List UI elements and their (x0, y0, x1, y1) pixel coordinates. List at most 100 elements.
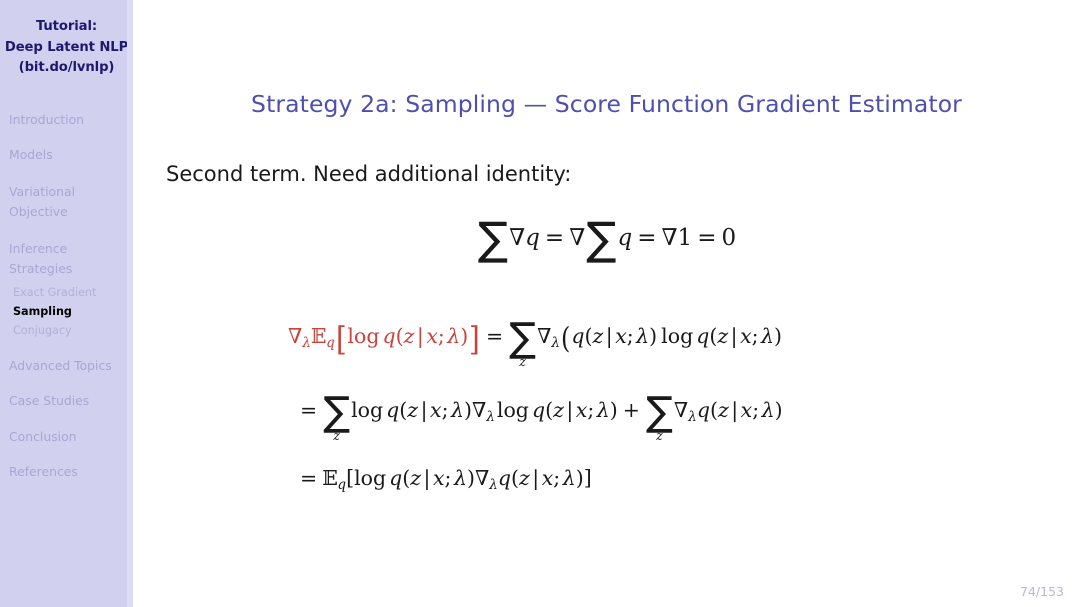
derivation-line-2: = ∑ z log q(z | x; λ)∇λlog q(z | x; λ) + ∑ z ∇λq(z | x; λ) (295, 389, 783, 443)
nabla-symbol: ∇ (288, 324, 303, 349)
variable-q: q (531, 398, 546, 423)
variable-x: x (740, 398, 753, 423)
right-paren: ) (460, 324, 469, 349)
log-operator: log (661, 324, 694, 349)
log-operator: log (351, 398, 384, 423)
sidebar-item-case-studies[interactable]: Case Studies (9, 392, 129, 411)
lambda-symbol: λ (761, 398, 775, 423)
expectation-symbol: 𝔼 (310, 324, 327, 349)
sidebar-subitem-label: Conjugacy (13, 323, 72, 337)
sidebar-item-label: Models (9, 147, 53, 162)
variable-x: x (575, 398, 588, 423)
conditional-bar: | (731, 398, 739, 423)
sidebar-item-sampling[interactable]: Sampling (9, 302, 129, 321)
lambda-symbol: λ (636, 324, 650, 349)
semicolon: ; (751, 324, 759, 349)
sidebar-item-label: Case Studies (9, 393, 90, 408)
right-paren: ) (774, 398, 783, 423)
sidebar-nav: Introduction Models Variational Objectiv… (0, 111, 133, 482)
right-paren: ) (464, 398, 472, 423)
sidebar-subitem-label: Sampling (13, 304, 72, 318)
variable-x: x (615, 324, 627, 349)
left-paren: ( (709, 398, 718, 423)
variable-x: x (740, 324, 752, 349)
lambda-subscript: λ (486, 409, 495, 425)
sum-index-z: z (656, 427, 663, 443)
variable-x: x (541, 466, 554, 490)
sum-symbol: ∑ (645, 389, 673, 435)
sidebar-item-label: Conclusion (9, 428, 77, 444)
lambda-symbol: λ (453, 466, 467, 490)
log-operator: log (347, 324, 380, 349)
body-text: Second term. Need additional identity: (166, 162, 572, 186)
semicolon: ; (587, 398, 595, 423)
sidebar-item-models[interactable]: Models (9, 146, 129, 165)
conditional-bar: | (420, 398, 428, 423)
left-bracket: [ (346, 466, 355, 490)
lambda-subscript: λ (489, 476, 498, 493)
nabla-symbol: ∇ (661, 225, 678, 252)
equals-sign: = (485, 324, 504, 349)
conditional-bar: | (532, 466, 540, 490)
left-paren: ( (545, 398, 554, 423)
left-paren: ( (395, 324, 404, 349)
sum-operator: ∑ (586, 212, 617, 265)
sidebar-item-label: Variational (9, 183, 76, 199)
semicolon: ; (441, 398, 449, 423)
highlighted-expression: ∇λ𝔼q[log q(z | x; λ)] (288, 320, 480, 359)
sidebar-item-label-cont: Strategies (9, 260, 73, 276)
variable-z: z (717, 398, 729, 423)
sidebar-item-label: Advanced Topics (9, 357, 112, 373)
nabla-symbol: ∇ (509, 225, 526, 252)
number-one: 1 (677, 225, 693, 252)
variable-q: q (571, 324, 585, 349)
conditional-bar: | (423, 466, 431, 490)
page-number: 74/153 (1020, 584, 1064, 599)
sidebar: Tutorial: Deep Latent NLP (bit.do/lvnlp)… (0, 0, 133, 607)
sidebar-header-line-2: Deep Latent NLP (4, 39, 129, 55)
equals-sign: = (544, 225, 565, 252)
semicolon: ; (752, 398, 760, 423)
log-operator: log (496, 398, 529, 423)
conditional-bar: | (605, 324, 613, 349)
variable-q: q (382, 324, 396, 349)
variable-x: x (426, 324, 438, 349)
variable-z: z (403, 324, 415, 349)
derivation-line-1: ∇λ𝔼q[log q(z | x; λ)] = ∑ z ∇λ(q(z | x; λ) log q(z | x;… (288, 315, 783, 369)
equals-sign: = (300, 466, 318, 490)
variable-z: z (518, 466, 530, 490)
semicolon: ; (444, 466, 452, 490)
equation-identity-expression: ∑ ∇q = ∇ ∑ q = ∇1 = 0 (477, 216, 736, 261)
sum-symbol: ∑ (586, 212, 617, 265)
right-paren: ) (649, 324, 658, 349)
sidebar-item-exact-gradient[interactable]: Exact Gradient (9, 283, 129, 302)
variable-z: z (553, 398, 564, 423)
q-subscript: q (326, 335, 335, 351)
sidebar-item-inference-strategies[interactable]: Inference Strategies (9, 239, 129, 279)
sidebar-item-introduction[interactable]: Introduction (9, 111, 129, 130)
lambda-symbol: λ (596, 398, 610, 423)
sidebar-item-variational-objective[interactable]: Variational Objective (9, 182, 129, 222)
sidebar-item-advanced-topics[interactable]: Advanced Topics (9, 357, 129, 376)
q-subscript: q (337, 476, 347, 493)
right-bracket: ] (583, 466, 592, 490)
sum-index-z: z (519, 353, 526, 369)
variable-q: q (617, 225, 633, 252)
sidebar-item-references[interactable]: References (9, 463, 129, 482)
lambda-subscript: λ (302, 335, 311, 351)
sidebar-item-conclusion[interactable]: Conclusion (9, 428, 129, 447)
conditional-bar: | (416, 324, 424, 349)
equals-sign: = (300, 398, 318, 423)
variable-z: z (410, 466, 422, 490)
sidebar-header-line-3: (bit.do/lvnlp) (18, 60, 115, 75)
sidebar-item-conjugacy[interactable]: Conjugacy (9, 321, 129, 340)
conditional-bar: | (730, 324, 738, 349)
semicolon: ; (553, 466, 561, 490)
variable-q: q (389, 466, 403, 490)
sidebar-header-line-1: Tutorial: (35, 19, 98, 34)
sidebar-subitem-label: Exact Gradient (13, 285, 97, 299)
variable-x: x (432, 466, 445, 490)
semicolon: ; (437, 324, 445, 349)
slide-title: Strategy 2a: Sampling — Score Function G… (251, 90, 962, 118)
sidebar-item-label: Introduction (9, 111, 85, 127)
